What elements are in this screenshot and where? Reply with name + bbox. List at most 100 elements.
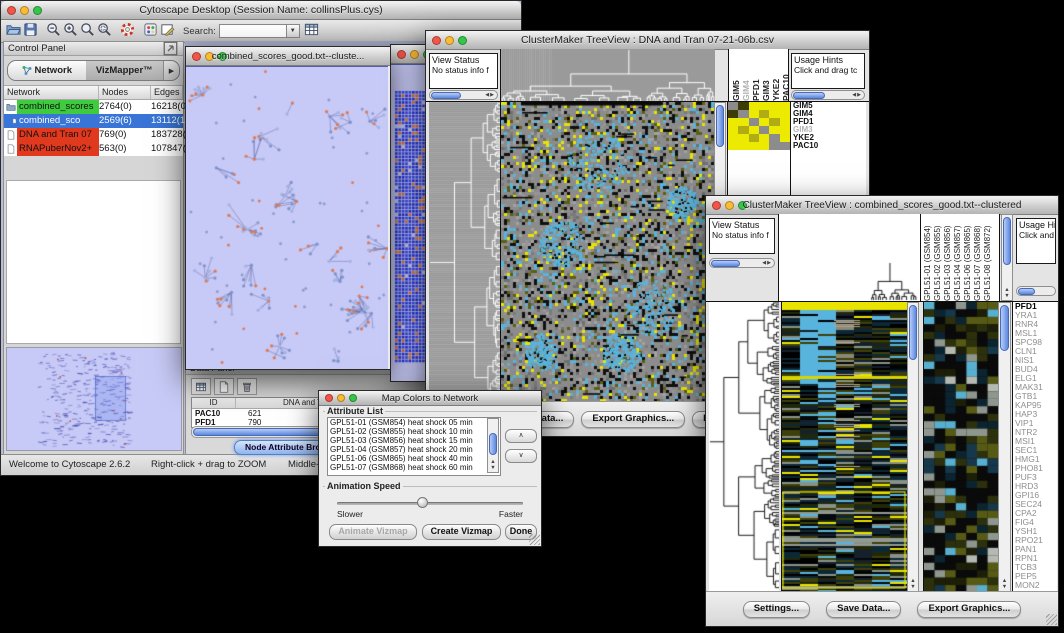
cm2-collabel-vscrollbar[interactable]: ▲▼ <box>1001 214 1013 301</box>
column-label[interactable]: GPL51-01 (GSM854) <box>923 214 933 301</box>
matrix-cell[interactable] <box>759 118 769 126</box>
matrix-cell[interactable] <box>728 134 738 142</box>
column-label[interactable]: GPL51-08 (GSM872) <box>983 214 993 301</box>
annotation-icon[interactable] <box>159 21 176 38</box>
matrix-cell[interactable] <box>769 118 779 126</box>
matrix-cell[interactable] <box>728 142 738 150</box>
new-attribute-icon[interactable] <box>214 378 234 395</box>
matrix-cell[interactable] <box>780 118 790 126</box>
column-label[interactable]: GPL51-06 (GSM865) <box>963 214 973 301</box>
matrix-cell[interactable] <box>728 118 738 126</box>
hscrollbar-thumb[interactable] <box>431 92 461 99</box>
matrix-cell[interactable] <box>738 118 748 126</box>
zoom-selected-icon[interactable] <box>96 21 113 38</box>
matrix-cell[interactable] <box>759 126 769 134</box>
save-data-button[interactable]: Save Data... <box>826 601 901 618</box>
hscroll-arrows-icon[interactable]: ◀▶ <box>762 260 774 266</box>
matrix-cell[interactable] <box>769 102 779 110</box>
vscrollbar-thumb[interactable] <box>1003 217 1011 265</box>
vscrollbar-thumb[interactable] <box>1000 305 1009 351</box>
vscroll-arrows-icon[interactable]: ▲▼ <box>999 578 1010 590</box>
move-down-button[interactable]: ∨ <box>505 449 537 463</box>
matrix-cell[interactable] <box>738 102 748 110</box>
table-icon[interactable] <box>191 378 211 395</box>
zoom-out-icon[interactable] <box>45 21 62 38</box>
matrix-cell[interactable] <box>759 110 769 118</box>
hscroll-arrows-icon[interactable]: ◀▶ <box>852 92 864 98</box>
col-edges[interactable]: Edges <box>151 86 183 99</box>
cm1-titlebar[interactable]: ClusterMaker TreeView : DNA and Tran 07-… <box>426 31 869 50</box>
hscrollbar-thumb[interactable] <box>793 92 825 99</box>
vscroll-arrows-icon[interactable]: ▲▼ <box>908 578 918 590</box>
heatmap-overview-2[interactable] <box>781 302 907 592</box>
resize-grip[interactable] <box>529 534 540 545</box>
animation-speed-slider[interactable] <box>337 502 523 505</box>
vscrollbar-thumb[interactable] <box>489 433 497 455</box>
move-up-button[interactable]: ∧ <box>505 429 537 443</box>
matrix-cell[interactable] <box>780 102 790 110</box>
zoom-matrix[interactable] <box>728 102 790 150</box>
matrix-cell[interactable] <box>780 126 790 134</box>
search-input[interactable] <box>219 24 287 38</box>
wina-titlebar[interactable]: combined_scores_good.txt--cluste... <box>186 47 390 66</box>
attribute-listbox[interactable]: GPL51-01 (GSM854) heat shock 05 min GPL51… <box>327 417 501 476</box>
zoom-fit-icon[interactable] <box>79 21 96 38</box>
col-id[interactable]: ID <box>192 398 236 408</box>
col-nodes[interactable]: Nodes <box>99 86 151 99</box>
matrix-cell[interactable] <box>749 134 759 142</box>
column-label[interactable]: GIM3 <box>761 49 771 101</box>
matrix-cell[interactable] <box>738 134 748 142</box>
tab-overflow-button[interactable]: ▶ <box>163 61 179 80</box>
export-graphics-button[interactable]: Export Graphics... <box>581 411 685 428</box>
delete-attribute-icon[interactable] <box>237 378 257 395</box>
matrix-cell[interactable] <box>780 134 790 142</box>
hscrollbar-thumb[interactable] <box>711 260 740 267</box>
save-icon[interactable] <box>22 21 39 38</box>
matrix-cell[interactable] <box>749 142 759 150</box>
gene-label[interactable]: PAC10 <box>793 142 866 150</box>
matrix-cell[interactable] <box>749 110 759 118</box>
view-status-hscrollbar[interactable]: ◀▶ <box>429 90 498 100</box>
help-icon[interactable] <box>119 21 136 38</box>
column-label[interactable]: YKE2 <box>771 49 781 101</box>
hscroll-arrows-icon[interactable]: ◀▶ <box>485 92 497 98</box>
vscroll-arrows-icon[interactable]: ▲▼ <box>1002 287 1012 299</box>
usage-hints-hscrollbar[interactable]: ◀▶ <box>791 90 865 100</box>
animate-vizmap-button[interactable]: Animate Vizmap <box>329 524 417 540</box>
search-dropdown-button[interactable]: ▼ <box>287 24 300 38</box>
attribute-item[interactable]: GPL51-04 (GSM857) heat shock 20 min <box>328 445 500 454</box>
row-dendrogram-1[interactable] <box>429 102 500 402</box>
matrix-cell[interactable] <box>759 142 769 150</box>
network-canvas-a[interactable] <box>186 66 388 369</box>
matrix-cell[interactable] <box>769 142 779 150</box>
minimize-button[interactable] <box>410 50 419 59</box>
matrix-cell[interactable] <box>749 126 759 134</box>
tab-vizmapper[interactable]: VizMapper™ <box>86 61 164 80</box>
tab-network[interactable]: Network <box>8 61 86 80</box>
vscrollbar-thumb[interactable] <box>716 105 724 147</box>
resize-grip[interactable] <box>1046 614 1057 625</box>
column-label[interactable]: GPL51-04 (GSM857) <box>953 214 963 301</box>
attribute-list-vscrollbar[interactable]: ▲▼ <box>487 418 499 473</box>
attribute-item[interactable]: GPL51-07 (GSM868) heat shock 60 min <box>328 463 500 472</box>
close-button[interactable] <box>397 50 406 59</box>
network-list-row[interactable]: combined_scores2764(0)16218(0) <box>4 100 183 114</box>
open-icon[interactable] <box>5 21 22 38</box>
network-overview-thumbnail[interactable] <box>6 347 182 451</box>
hscrollbar-thumb[interactable] <box>1018 288 1035 295</box>
vscrollbar-thumb[interactable] <box>909 305 917 360</box>
slider-thumb[interactable] <box>417 497 428 508</box>
attribute-item[interactable]: GPL51-01 (GSM854) heat shock 05 min <box>328 418 500 427</box>
column-label[interactable]: GIM4 <box>741 49 751 101</box>
network-list-row[interactable]: combined_sco2569(6)13112(15) <box>4 114 183 128</box>
float-panel-icon[interactable] <box>162 40 179 57</box>
cm2-overview-vscrollbar[interactable]: ▲▼ <box>907 302 919 592</box>
settings-button[interactable]: Settings... <box>743 601 810 618</box>
column-label[interactable]: PFD1 <box>751 49 761 101</box>
matrix-cell[interactable] <box>780 110 790 118</box>
heatmap-overview-1[interactable] <box>500 102 715 402</box>
heatmap-zoom-2[interactable] <box>923 302 998 592</box>
create-vizmap-button[interactable]: Create Vizmap <box>422 524 501 540</box>
column-label[interactable]: GPL51-07 (GSM868) <box>973 214 983 301</box>
col-network[interactable]: Network <box>4 86 99 99</box>
